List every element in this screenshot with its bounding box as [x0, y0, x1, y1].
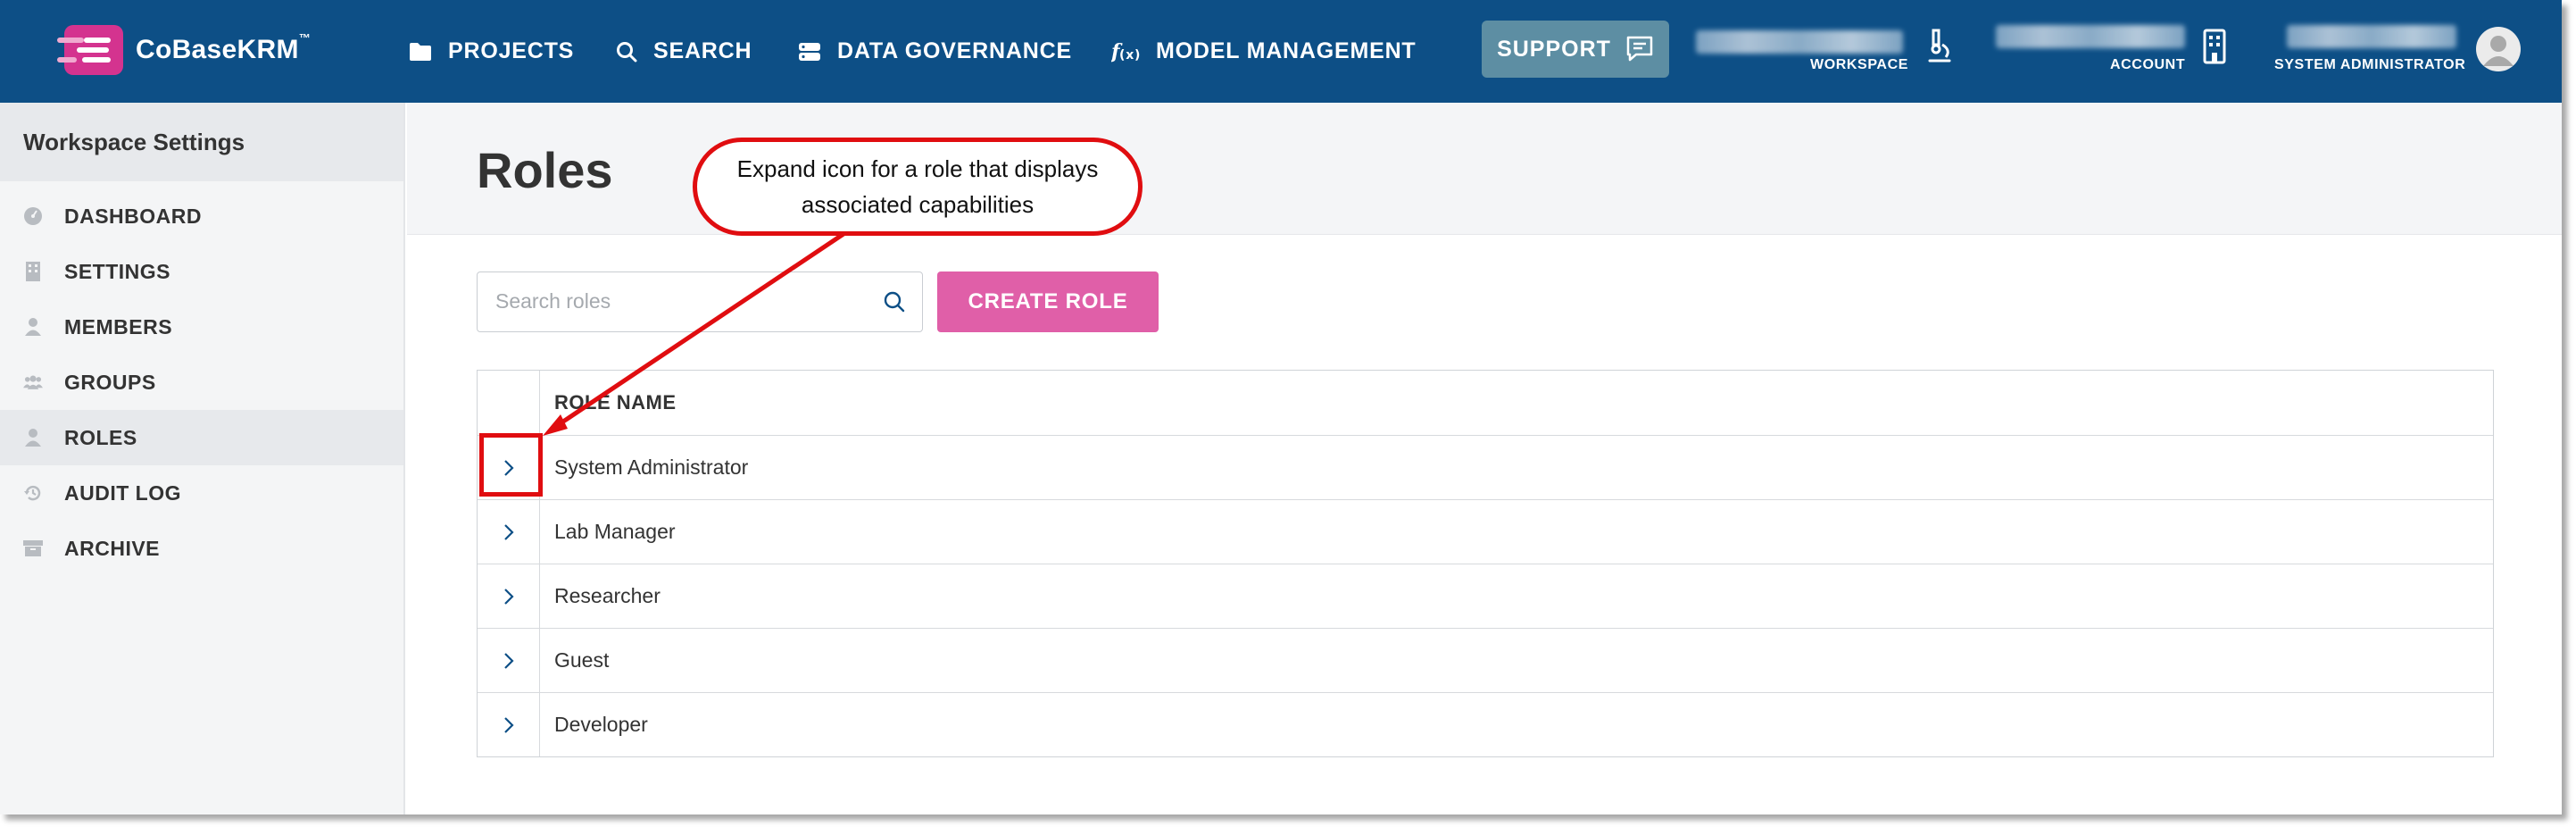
table-row: Lab Manager	[478, 499, 2493, 564]
expand-row-button[interactable]	[478, 629, 540, 692]
search-icon[interactable]	[883, 290, 906, 313]
nav-search[interactable]: SEARCH	[616, 0, 752, 103]
table-row: Developer	[478, 692, 2493, 756]
brand-logo[interactable]: CoBaseKRM™	[57, 25, 312, 75]
database-icon	[799, 42, 820, 61]
roles-table: ROLE NAME System Administrator Lab Manag…	[477, 370, 2494, 757]
search-field[interactable]	[477, 271, 923, 332]
sidebar-item-settings[interactable]: SETTINGS	[0, 244, 403, 299]
support-button[interactable]: SUPPORT	[1482, 21, 1669, 78]
nav-data-governance-label: DATA GOVERNANCE	[837, 38, 1072, 63]
annotation-callout: Expand icon for a role that displays ass…	[693, 138, 1143, 236]
sidebar-item-label: ROLES	[64, 425, 137, 449]
nav-model-management[interactable]: f (x) MODEL MANAGEMENT	[1111, 0, 1417, 103]
sidebar-item-groups[interactable]: GROUPS	[0, 355, 403, 410]
history-icon	[23, 483, 43, 503]
sidebar-item-label: ARCHIVE	[64, 536, 161, 560]
building-icon	[23, 262, 43, 281]
people-icon	[23, 372, 43, 392]
workspace-label: WORKSPACE	[1810, 57, 1908, 72]
expand-row-button[interactable]	[478, 500, 540, 564]
app-window: CoBaseKRM™ PROJECTS SEARCH DATA GOVERNAN…	[0, 0, 2562, 814]
person-icon	[23, 317, 43, 337]
dashboard-gauge-icon	[23, 206, 43, 226]
sidebar-item-dashboard[interactable]: DASHBOARD	[0, 188, 403, 244]
chevron-right-icon	[503, 716, 514, 733]
archive-box-icon	[23, 539, 43, 558]
table-row: Researcher	[478, 564, 2493, 628]
chat-icon	[1626, 36, 1653, 62]
support-label: SUPPORT	[1497, 36, 1611, 62]
annotation-highlight-box	[479, 433, 543, 497]
folder-icon	[410, 42, 431, 61]
table-row: Guest	[478, 628, 2493, 692]
nav-projects-label: PROJECTS	[448, 38, 575, 63]
avatar[interactable]	[2476, 27, 2521, 71]
role-name-cell: Lab Manager	[554, 520, 676, 543]
annotation-line-2: associated capabilities	[801, 191, 1035, 218]
sidebar-item-label: MEMBERS	[64, 314, 173, 338]
table-row: System Administrator	[478, 435, 2493, 499]
nav-projects[interactable]: PROJECTS	[409, 0, 574, 103]
page-title: Roles	[477, 142, 613, 198]
workspace-name-redacted	[1696, 30, 1903, 54]
expand-column-header	[478, 371, 540, 435]
chevron-right-icon	[503, 523, 514, 540]
account-label: ACCOUNT	[2110, 57, 2186, 72]
sidebar-item-label: SETTINGS	[64, 259, 171, 283]
role-name-cell: Developer	[554, 713, 648, 736]
sidebar-item-members[interactable]: MEMBERS	[0, 299, 403, 355]
function-icon: f(x)	[1111, 40, 1140, 63]
role-name-cell: Researcher	[554, 584, 661, 607]
user-avatar-icon	[2483, 36, 2514, 66]
sidebar-item-audit-log[interactable]: AUDIT LOG	[0, 465, 403, 521]
brand-name: CoBaseKRM™	[136, 31, 312, 64]
svg-text:(x): (x)	[1119, 48, 1140, 63]
user-role-label: SYSTEM ADMINISTRATOR	[2274, 57, 2466, 72]
nav-search-label: SEARCH	[653, 38, 752, 63]
cobase-logo-icon	[57, 25, 123, 75]
sidebar-title: Workspace Settings	[0, 103, 403, 181]
top-navigation-bar: CoBaseKRM™ PROJECTS SEARCH DATA GOVERNAN…	[0, 0, 2562, 103]
sidebar-item-label: AUDIT LOG	[64, 480, 181, 505]
sidebar-item-label: GROUPS	[64, 370, 156, 394]
expand-row-button[interactable]	[478, 564, 540, 628]
role-name-cell: Guest	[554, 648, 610, 672]
user-name-redacted	[2287, 25, 2456, 48]
search-input[interactable]	[478, 272, 852, 330]
sidebar-item-roles[interactable]: ROLES	[0, 410, 403, 465]
nav-data-governance[interactable]: DATA GOVERNANCE	[798, 0, 1072, 103]
sidebar-item-label: DASHBOARD	[64, 204, 202, 228]
account-name-redacted	[1996, 25, 2185, 48]
expand-row-button[interactable]	[478, 693, 540, 756]
role-name-cell: System Administrator	[554, 455, 749, 479]
chevron-right-icon	[503, 588, 514, 605]
microscope-icon[interactable]	[1923, 27, 1953, 64]
annotation-line-1: Expand icon for a role that displays	[736, 155, 1099, 182]
nav-model-management-label: MODEL MANAGEMENT	[1156, 38, 1417, 63]
search-icon	[617, 41, 637, 62]
column-header-role-name[interactable]: ROLE NAME	[540, 371, 2493, 435]
building-icon[interactable]	[2203, 29, 2226, 64]
sidebar: Workspace Settings DASHBOARD SETTINGS ME…	[0, 103, 405, 814]
chevron-right-icon	[503, 652, 514, 669]
table-header-row: ROLE NAME	[478, 371, 2493, 435]
sidebar-item-archive[interactable]: ARCHIVE	[0, 521, 403, 576]
person-icon	[23, 428, 43, 447]
create-role-button[interactable]: CREATE ROLE	[937, 271, 1159, 332]
